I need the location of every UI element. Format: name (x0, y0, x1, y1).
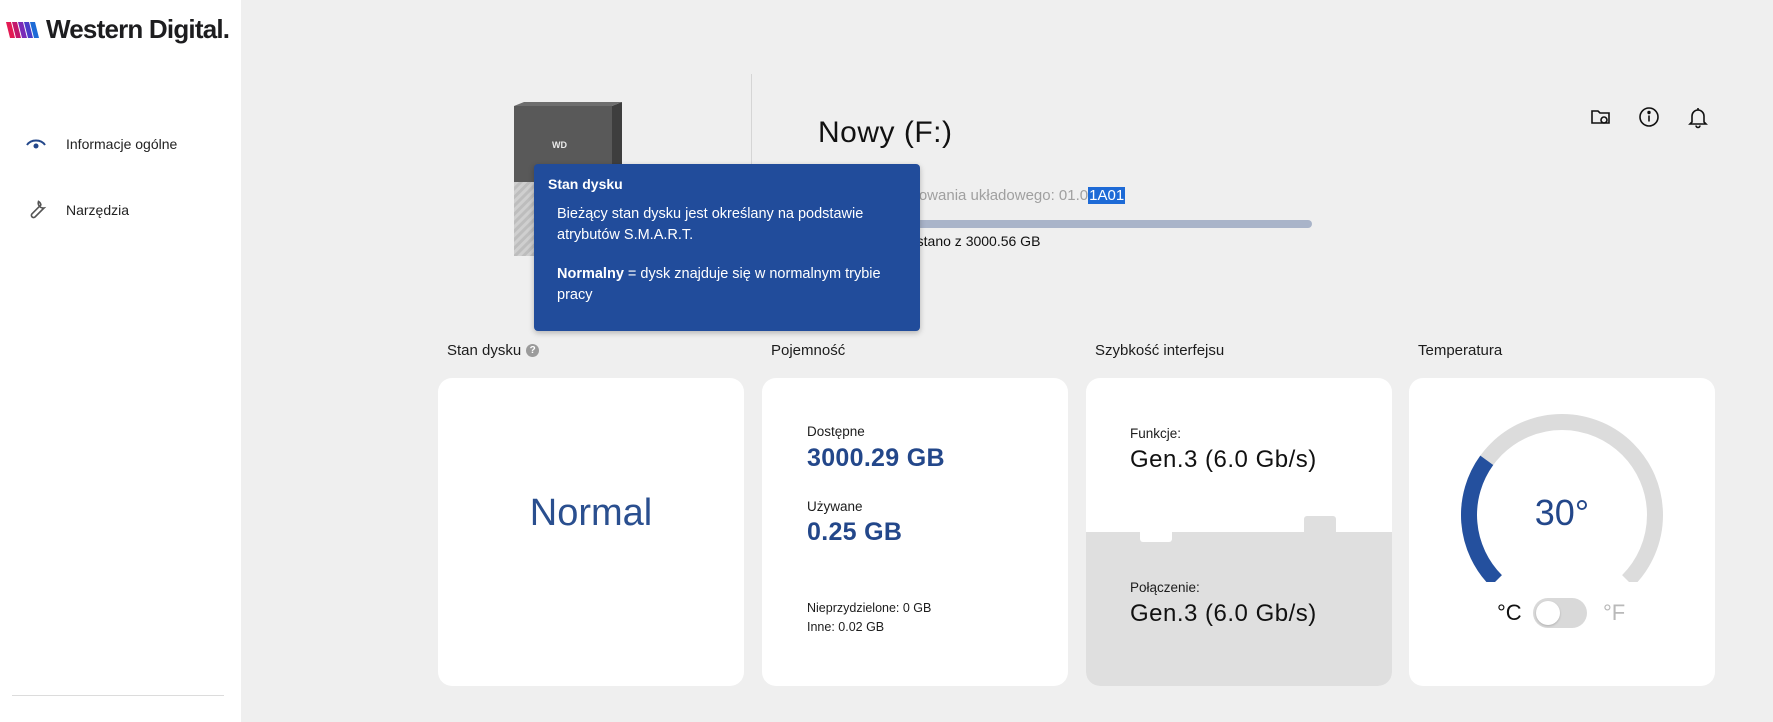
tooltip-body: Bieżący stan dysku jest określany na pod… (557, 206, 864, 243)
used-label: Używane (807, 499, 863, 514)
panel-tab (1304, 516, 1336, 534)
functions-value: Gen.3 (6.0 Gb/s) (1130, 446, 1317, 473)
unit-fahrenheit: °F (1603, 600, 1626, 625)
unallocated-text: Nieprzydzielone: 0 GB (807, 601, 932, 615)
temperature-card: 30° °C °F (1409, 378, 1715, 686)
folder-settings-icon[interactable] (1589, 105, 1613, 129)
status-card: Normal (438, 378, 744, 686)
temperature-value: 30° (1534, 492, 1590, 533)
sidebar-item-general-info[interactable]: Informacje ogólne (24, 132, 177, 156)
status-label-text: Stan dysku (447, 342, 522, 359)
capacity-card: Dostępne 3000.29 GB Używane 0.25 GB Niep… (762, 378, 1068, 686)
bell-icon[interactable] (1686, 105, 1710, 129)
wd-logo-icon (6, 21, 39, 38)
wrench-icon (30, 200, 47, 219)
tooltip-legend: Normalny = dysk znajduje się w normalnym… (557, 264, 897, 306)
brand-dot: . (222, 14, 230, 44)
connection-value: Gen.3 (6.0 Gb/s) (1130, 600, 1317, 627)
drive-name: Nowy (F:) (818, 116, 953, 149)
sidebar-item-tools[interactable]: Narzędzia (24, 198, 129, 222)
used-value: 0.25 GB (807, 518, 903, 546)
status-section-label: Stan dysku ? (447, 342, 540, 359)
sidebar-item-label: Informacje ogólne (66, 136, 178, 152)
interface-section-label: Szybkość interfejsu (1095, 342, 1225, 359)
unit-celsius: °C (1497, 600, 1522, 625)
info-icon[interactable] (1637, 105, 1661, 129)
interface-card: Funkcje: Gen.3 (6.0 Gb/s) Połączenie: Ge… (1086, 378, 1392, 686)
capacity-section-label: Pojemność (771, 342, 846, 359)
tooltip-bold: Normalny (557, 266, 624, 282)
sidebar: Western Digital. Informacje ogólne Narzę… (0, 0, 241, 722)
functions-label: Funkcje: (1130, 426, 1182, 441)
disk-status-tooltip: Stan dysku Bieżący stan dysku jest okreś… (534, 164, 920, 331)
firmware-label: amowania układowego: 01.0 (898, 187, 1089, 204)
available-value: 3000.29 GB (807, 444, 945, 472)
eye-icon (26, 139, 46, 149)
toggle-knob (1536, 601, 1560, 625)
unit-toggle[interactable] (1533, 598, 1587, 628)
svg-text:WD: WD (552, 140, 567, 150)
help-icon[interactable]: ? (526, 344, 540, 357)
sidebar-item-label: Narzędzia (66, 202, 130, 218)
firmware-version: amowania układowego: 01.01A01 (898, 187, 1126, 204)
panel-notch (1140, 524, 1172, 542)
status-value: Normal (529, 492, 653, 534)
tooltip-title: Stan dysku (548, 176, 623, 192)
temperature-section-label: Temperatura (1418, 342, 1503, 359)
sidebar-divider (12, 695, 224, 696)
firmware-selected-text[interactable]: 1A01 (1088, 187, 1126, 204)
brand-logo: Western Digital. (6, 14, 230, 45)
connection-label: Połączenie: (1130, 580, 1200, 595)
available-label: Dostępne (807, 424, 865, 439)
other-text: Inne: 0.02 GB (807, 620, 885, 634)
brand-name: Western Digital (46, 14, 224, 44)
